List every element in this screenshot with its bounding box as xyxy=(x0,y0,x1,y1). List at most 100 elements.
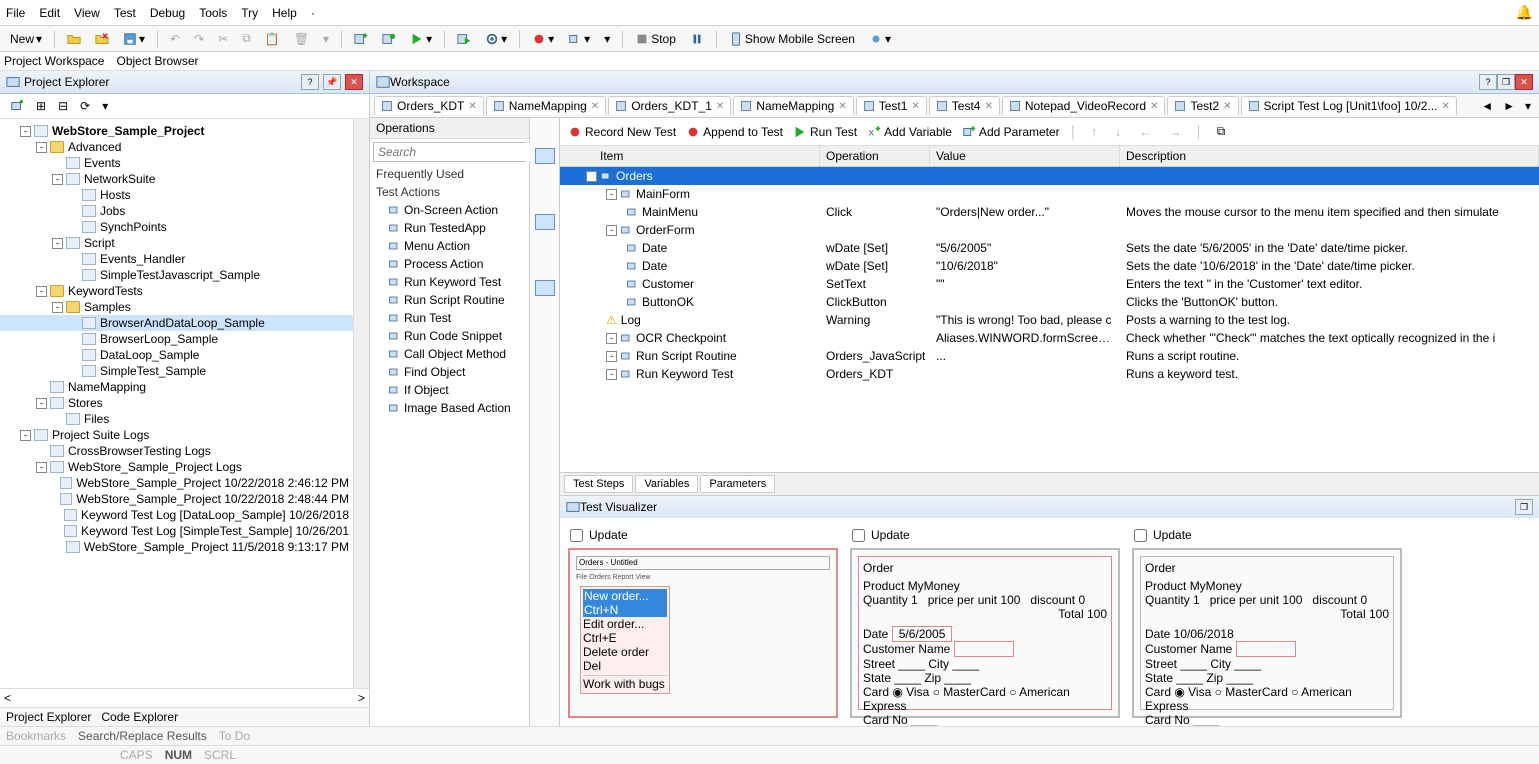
visualizer-frame[interactable]: Update Order Product MyMoney Quantity 1 … xyxy=(1132,526,1402,718)
ops-item[interactable]: Process Action xyxy=(370,255,529,273)
menu-test[interactable]: Test xyxy=(114,6,136,20)
tree-node[interactable]: SynchPoints xyxy=(0,219,353,235)
copy-icon[interactable]: ⧉ xyxy=(238,29,255,48)
menu-help[interactable]: Help xyxy=(272,6,297,20)
tree-node[interactable]: WebStore_Sample_Project 11/5/2018 9:13:1… xyxy=(0,539,353,555)
ops-item[interactable]: Run Code Snippet xyxy=(370,327,529,345)
col-item[interactable]: Item xyxy=(560,146,820,166)
thumb-icon[interactable] xyxy=(535,214,555,230)
tab-close-icon[interactable]: ✕ xyxy=(838,101,846,112)
grid-row[interactable]: MainMenuClick"Orders|New order..."Moves … xyxy=(560,203,1539,221)
add-node-icon[interactable] xyxy=(6,97,28,115)
tab-object-browser[interactable]: Object Browser xyxy=(116,54,198,68)
tree-node[interactable]: WebStore_Sample_Project 10/22/2018 2:48:… xyxy=(0,491,353,507)
doc-tab[interactable]: Test2✕ xyxy=(1167,96,1238,115)
doc-tab[interactable]: Test1✕ xyxy=(856,96,927,115)
tab-parameters[interactable]: Parameters xyxy=(700,475,775,493)
add-parameter-button[interactable]: Add Parameter xyxy=(962,125,1060,139)
menu-debug[interactable]: Debug xyxy=(150,6,185,20)
col-description[interactable]: Description xyxy=(1120,146,1539,166)
tree-node[interactable]: Files xyxy=(0,411,353,427)
tab-close-icon[interactable]: ✕ xyxy=(591,101,599,112)
doc-tab[interactable]: NameMapping✕ xyxy=(486,96,606,115)
grid-row[interactable]: DatewDate [Set]"5/6/2005"Sets the date '… xyxy=(560,239,1539,257)
ops-item[interactable]: Run Keyword Test xyxy=(370,273,529,291)
tab-nav-icon[interactable]: ► xyxy=(1499,97,1519,115)
cut-icon[interactable]: ✂ xyxy=(214,30,232,48)
tree-node[interactable]: -Project Suite Logs xyxy=(0,427,353,443)
row-toggle[interactable]: - xyxy=(606,369,617,380)
tab-variables[interactable]: Variables xyxy=(635,475,698,493)
tab-project-workspace[interactable]: Project Workspace xyxy=(4,54,104,68)
move-down-icon[interactable]: ↓ xyxy=(1111,123,1125,141)
tree-toggle[interactable]: - xyxy=(20,430,31,441)
sb-bookmarks[interactable]: Bookmarks xyxy=(6,729,66,743)
tree-toggle[interactable]: - xyxy=(20,126,31,137)
ops-item[interactable]: Call Object Method xyxy=(370,345,529,363)
record-new-test-button[interactable]: Record New Test xyxy=(568,125,676,139)
move-up-icon[interactable]: ↑ xyxy=(1087,123,1101,141)
expand-icon[interactable]: ⊞ xyxy=(32,97,50,115)
collapse-icon[interactable]: ⊟ xyxy=(54,97,72,115)
ops-item[interactable]: Menu Action xyxy=(370,237,529,255)
tab-close-icon[interactable]: ✕ xyxy=(1223,101,1231,112)
screenshot-thumb[interactable]: Orders - Untitled File Orders Report Vie… xyxy=(568,548,838,718)
tree-node[interactable]: BrowserLoop_Sample xyxy=(0,331,353,347)
tree-node[interactable]: -Stores xyxy=(0,395,353,411)
tree-node[interactable]: Events_Handler xyxy=(0,251,353,267)
tree-toggle[interactable]: - xyxy=(36,462,47,473)
tree-toggle[interactable]: - xyxy=(52,302,63,313)
screenshot-thumb[interactable]: Order Product MyMoney Quantity 1 price p… xyxy=(1132,548,1402,718)
tab-close-icon[interactable]: ✕ xyxy=(911,101,919,112)
paste-icon[interactable]: 📋 xyxy=(261,30,284,48)
menu-try[interactable]: Try xyxy=(241,6,258,20)
tree-node[interactable]: -Samples xyxy=(0,299,353,315)
copy-step-icon[interactable]: ⧉ xyxy=(1213,122,1230,141)
pin-button[interactable]: 📌 xyxy=(323,74,341,90)
doc-tab[interactable]: Orders_KDT_1✕ xyxy=(608,96,731,115)
tab-code-explorer[interactable]: Code Explorer xyxy=(101,710,178,724)
menu-tools[interactable]: Tools xyxy=(199,6,227,20)
menu-edit[interactable]: Edit xyxy=(39,6,60,20)
filter-icon[interactable]: ▾ xyxy=(98,97,112,115)
show-mobile-button[interactable]: Show Mobile Screen xyxy=(725,30,859,48)
col-value[interactable]: Value xyxy=(930,146,1120,166)
tree-toggle[interactable]: - xyxy=(36,398,47,409)
close-panel-button[interactable]: ✕ xyxy=(345,74,363,90)
menu-more[interactable]: · xyxy=(311,6,315,20)
open-icon[interactable] xyxy=(63,30,85,48)
run-dropdown-icon[interactable]: ▾ xyxy=(406,30,436,48)
tab-close-icon[interactable]: ✕ xyxy=(1150,101,1158,112)
row-toggle[interactable]: - xyxy=(606,225,617,236)
tree-node[interactable]: -NetworkSuite xyxy=(0,171,353,187)
tab-project-explorer[interactable]: Project Explorer xyxy=(6,710,91,724)
ops-item[interactable]: Find Object xyxy=(370,363,529,381)
tree-node[interactable]: DataLoop_Sample xyxy=(0,347,353,363)
tree-node[interactable]: -WebStore_Sample_Project Logs xyxy=(0,459,353,475)
project-tree[interactable]: -WebStore_Sample_Project-AdvancedEvents-… xyxy=(0,119,353,688)
ops-item[interactable]: Run Script Routine xyxy=(370,291,529,309)
tree-node[interactable]: NameMapping xyxy=(0,379,353,395)
more-icon[interactable]: ▾ xyxy=(319,30,333,48)
ops-item[interactable]: Run Test xyxy=(370,309,529,327)
grid-row[interactable]: ⚠LogWarning"This is wrong! Too bad, plea… xyxy=(560,311,1539,329)
thumb-icon[interactable] xyxy=(535,148,555,164)
row-toggle[interactable]: - xyxy=(586,171,597,182)
grid-row[interactable]: DatewDate [Set]"10/6/2018"Sets the date … xyxy=(560,257,1539,275)
doc-tab[interactable]: NameMapping✕ xyxy=(733,96,853,115)
refresh-tree-icon[interactable]: ⟳ xyxy=(76,97,94,115)
ops-item[interactable]: On-Screen Action xyxy=(370,201,529,219)
add-test-icon[interactable] xyxy=(350,30,372,48)
menu-view[interactable]: View xyxy=(74,6,100,20)
close-project-icon[interactable] xyxy=(91,30,113,48)
ws-close-button[interactable]: ✕ xyxy=(1515,74,1533,90)
grid-row[interactable]: -OrderForm xyxy=(560,221,1539,239)
test-steps-grid[interactable]: Item Operation Value Description -Orders… xyxy=(560,146,1539,472)
grid-row[interactable]: -OCR CheckpointAliases.WINWORD.formScree… xyxy=(560,329,1539,347)
doc-tab[interactable]: Test4✕ xyxy=(929,96,1000,115)
vis-restore-button[interactable]: ❐ xyxy=(1515,499,1533,515)
operations-search-input[interactable] xyxy=(374,143,539,161)
operations-list[interactable]: Frequently UsedTest ActionsOn-Screen Act… xyxy=(370,165,529,726)
run-test-button[interactable]: Run Test xyxy=(793,125,857,139)
visualizer-frame[interactable]: Update Orders - Untitled File Orders Rep… xyxy=(568,526,838,718)
